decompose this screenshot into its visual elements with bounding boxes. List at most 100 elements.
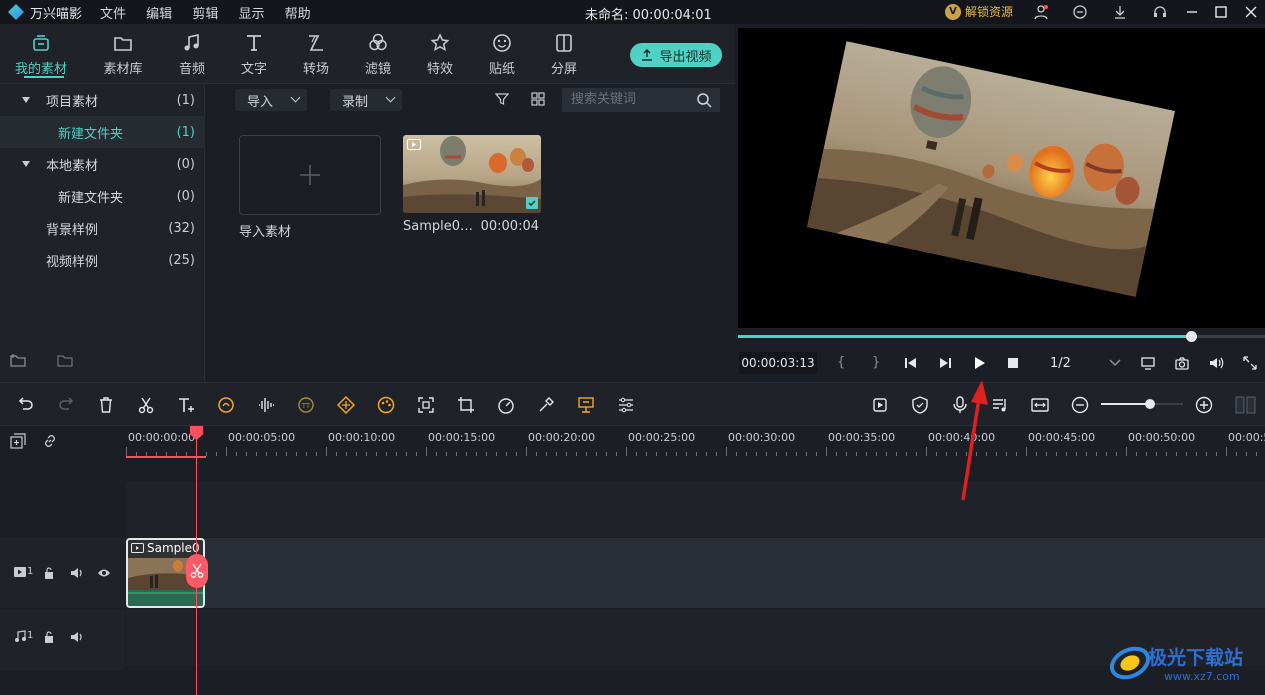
volume-icon[interactable]: [1208, 355, 1224, 371]
preview-quality-select[interactable]: 1/2: [1050, 356, 1071, 371]
grid-view-icon[interactable]: [531, 92, 545, 106]
tab-text[interactable]: 文字: [223, 24, 285, 84]
marker-shield-icon[interactable]: [911, 396, 929, 414]
tab-transition[interactable]: 转场: [285, 24, 347, 84]
smart-crop-icon[interactable]: [417, 396, 435, 414]
download-icon[interactable]: [1112, 4, 1128, 20]
link-icon[interactable]: [42, 433, 58, 449]
close-icon[interactable]: [1243, 4, 1259, 20]
tree-item-local-media[interactable]: 本地素材 (0): [0, 148, 205, 180]
eye-icon[interactable]: [97, 568, 111, 578]
tree-item-new-folder-local[interactable]: 新建文件夹 (0): [0, 180, 205, 212]
import-media-box[interactable]: [239, 135, 381, 215]
headset-icon[interactable]: [1152, 4, 1168, 20]
minimize-icon[interactable]: [1184, 4, 1200, 20]
previous-frame-icon[interactable]: [903, 355, 919, 371]
menu-edit[interactable]: 编辑: [146, 7, 172, 22]
menu-view[interactable]: 显示: [238, 7, 264, 22]
tab-split-screen[interactable]: 分屏: [533, 24, 595, 84]
display-settings-icon[interactable]: [1140, 355, 1156, 371]
scrubber-handle[interactable]: [1186, 331, 1198, 342]
maximize-icon[interactable]: [1213, 4, 1229, 20]
color-picker-icon[interactable]: [537, 396, 555, 414]
chevron-down-icon[interactable]: [1108, 357, 1122, 369]
redo-icon[interactable]: [57, 396, 75, 414]
export-video-button[interactable]: 导出视频: [630, 43, 722, 67]
import-media-tile[interactable]: 导入素材: [239, 135, 381, 240]
ruler-tick: [316, 452, 317, 456]
split-at-playhead-button[interactable]: [186, 554, 208, 588]
menu-help[interactable]: 帮助: [285, 7, 311, 22]
stop-icon[interactable]: [1005, 355, 1021, 371]
ruler-tick: [596, 452, 597, 456]
next-frame-icon[interactable]: [937, 355, 953, 371]
snapshot-camera-icon[interactable]: [1174, 355, 1190, 371]
folder-outline-icon[interactable]: [57, 353, 74, 368]
panel-layout-icon[interactable]: [1235, 396, 1257, 414]
music-note-icon: [184, 34, 199, 51]
expand-arrow-icon[interactable]: [22, 161, 30, 167]
keyframe-icon[interactable]: [337, 396, 355, 414]
speaker-icon[interactable]: [70, 631, 84, 643]
expand-arrow-icon[interactable]: [22, 97, 30, 103]
tab-library[interactable]: 素材库: [92, 24, 154, 84]
lock-icon[interactable]: [44, 631, 54, 643]
tab-filter[interactable]: 滤镜: [347, 24, 409, 84]
menu-clip[interactable]: 剪辑: [192, 7, 218, 22]
zoom-slider-handle[interactable]: [1145, 399, 1156, 409]
tab-audio[interactable]: 音频: [161, 24, 223, 84]
render-preview-icon[interactable]: [871, 396, 889, 414]
add-text-icon[interactable]: [177, 396, 195, 414]
unlock-resources-button[interactable]: V 解锁资源: [945, 3, 1013, 20]
crop-icon[interactable]: [457, 396, 475, 414]
tab-effects[interactable]: 特效: [409, 24, 471, 84]
import-dropdown[interactable]: 导入: [235, 89, 307, 111]
tree-item-project-media[interactable]: 项目素材 (1): [0, 84, 205, 116]
auto-highlight-icon[interactable]: [577, 396, 595, 414]
media-thumbnail[interactable]: [403, 135, 541, 213]
account-icon[interactable]: [1033, 4, 1049, 20]
tab-my-media[interactable]: 我的素材: [10, 24, 72, 84]
add-track-icon[interactable]: [10, 433, 26, 449]
fit-timeline-icon[interactable]: [1031, 396, 1049, 414]
video-track-lane[interactable]: [126, 538, 1265, 608]
mark-in-button[interactable]: {: [837, 355, 845, 370]
scissors-icon[interactable]: [137, 396, 155, 414]
menu-file[interactable]: 文件: [100, 7, 126, 22]
zoom-out-icon[interactable]: [1071, 396, 1089, 414]
color-palette-icon[interactable]: [377, 396, 395, 414]
record-dropdown[interactable]: 录制: [330, 89, 402, 111]
ruler-time-label: 00:00:05:00: [228, 431, 296, 444]
preview-scrubber[interactable]: [738, 331, 1265, 342]
feedback-icon[interactable]: [1072, 4, 1088, 20]
timeline-ruler[interactable]: 00:00:00:00 00:00:05:00 00:00:10:00 00:00:1…: [0, 426, 1265, 458]
tree-item-video-samples[interactable]: 视频样例 (25): [0, 244, 205, 276]
media-item-sample[interactable]: Sample0… 00:00:04: [403, 135, 543, 234]
mark-out-button[interactable]: }: [872, 355, 880, 370]
undo-icon[interactable]: [17, 396, 35, 414]
play-icon[interactable]: [971, 355, 987, 371]
tree-item-new-folder-project[interactable]: 新建文件夹 (1): [0, 116, 205, 148]
tree-item-background-samples[interactable]: 背景样例 (32): [0, 212, 205, 244]
tab-sticker[interactable]: 贴纸: [471, 24, 533, 84]
ruler-tick: [1216, 452, 1217, 456]
delete-icon[interactable]: [97, 396, 115, 414]
zoom-slider[interactable]: [1101, 399, 1183, 409]
empty-track-lane[interactable]: [126, 482, 1265, 537]
tree-item-count: (25): [168, 252, 195, 268]
svg-text:TT: TT: [301, 402, 311, 410]
lock-icon[interactable]: [44, 567, 54, 579]
zoom-in-icon[interactable]: [1195, 396, 1213, 414]
speed-ramp-icon[interactable]: [217, 396, 235, 414]
speaker-icon[interactable]: [70, 567, 84, 579]
search-icon[interactable]: [696, 92, 712, 108]
fullscreen-icon[interactable]: [1242, 355, 1258, 371]
speed-gauge-icon[interactable]: [497, 396, 515, 414]
video-track-head: 1: [0, 538, 125, 608]
audio-track-lane[interactable]: [126, 610, 1265, 666]
filter-funnel-icon[interactable]: [495, 92, 509, 106]
adjust-settings-icon[interactable]: [617, 396, 635, 414]
text-to-speech-icon[interactable]: TT: [297, 396, 315, 414]
audio-waveform-icon[interactable]: [257, 396, 275, 414]
new-folder-icon[interactable]: [10, 353, 27, 368]
